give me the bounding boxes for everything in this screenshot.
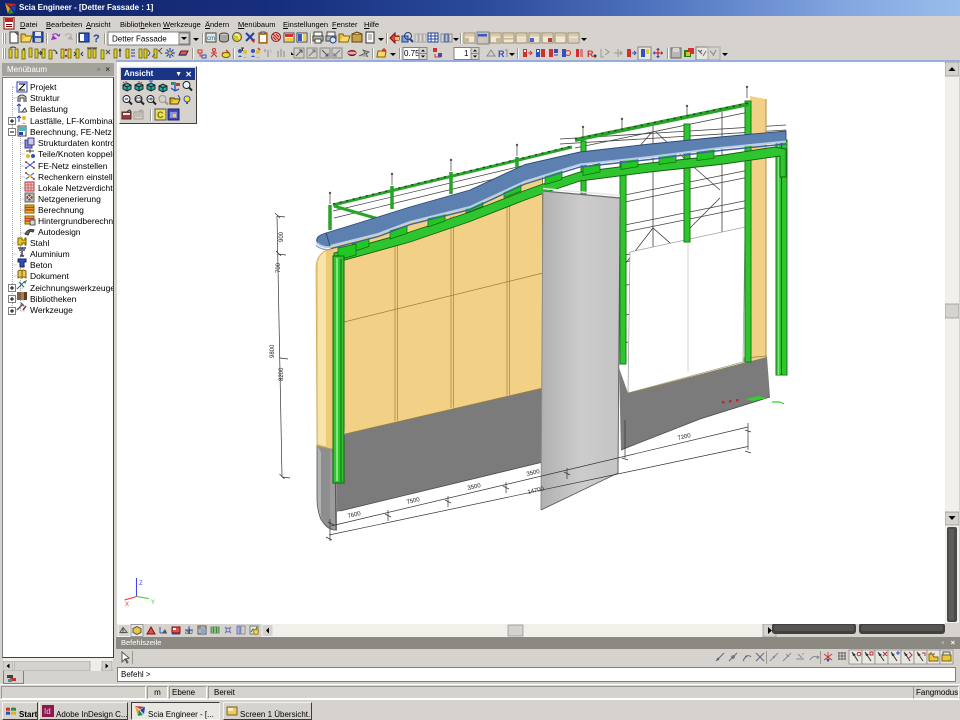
svg-text:7500: 7500 [406,497,421,506]
svg-text:?: ? [93,33,100,45]
svg-text:9800: 9800 [270,344,276,358]
svg-text:Autodesign: Autodesign [38,227,81,237]
svg-text:Aluminium: Aluminium [30,249,70,259]
svg-text:Id: Id [44,707,51,716]
svg-text:8200: 8200 [279,367,285,381]
svg-text:Bibliotheken: Bibliotheken [30,294,77,304]
svg-text:cm: cm [207,36,215,42]
svg-text:Z: Z [139,581,143,587]
svg-text:Zeichnungswerkzeuge: Zeichnungswerkzeuge [30,283,114,293]
svg-text:X: X [125,602,129,608]
svg-text:Lastfälle, LF-Kombination: Lastfälle, LF-Kombination [30,116,114,126]
svg-text:Detter Fassade: Detter Fassade [112,35,167,44]
svg-text:Struktur: Struktur [30,93,60,103]
svg-text:ab: ab [185,629,193,636]
svg-text:Projekt: Projekt [30,82,57,92]
svg-text:Belastung: Belastung [30,104,68,114]
svg-text:Dokument: Dokument [30,271,69,281]
svg-text:7600: 7600 [347,511,362,520]
svg-text:0.75: 0.75 [404,49,420,58]
svg-text:Teile/Knoten koppeln: Teile/Knoten koppeln [38,149,114,159]
svg-text:Rechenkern einstellen: Rechenkern einstellen [38,172,114,182]
svg-text:Hintergrundberechnun: Hintergrundberechnun [38,216,114,226]
svg-text:Stahl: Stahl [30,238,49,248]
svg-text:R: R [587,49,594,59]
svg-text:Strukturdaten kontrollie: Strukturdaten kontrollie [38,138,114,148]
svg-text:Berechnung: Berechnung [38,205,84,215]
svg-text:Werkzeuge: Werkzeuge [30,305,73,315]
svg-text:900: 900 [279,231,285,242]
svg-text:Netzgenerierung: Netzgenerierung [38,194,101,204]
svg-text:Y: Y [151,600,155,606]
svg-text:Beton: Beton [30,260,52,270]
svg-text:Berechnung, FE-Netz: Berechnung, FE-Netz [30,127,112,137]
svg-text:Lokale Netzverdichtun: Lokale Netzverdichtun [38,183,114,193]
svg-text:C: C [157,110,164,120]
svg-text:FE-Netz einstellen: FE-Netz einstellen [38,161,108,171]
svg-text:R: R [498,49,505,59]
svg-text:1: 1 [464,49,469,58]
svg-text:700: 700 [276,262,282,273]
